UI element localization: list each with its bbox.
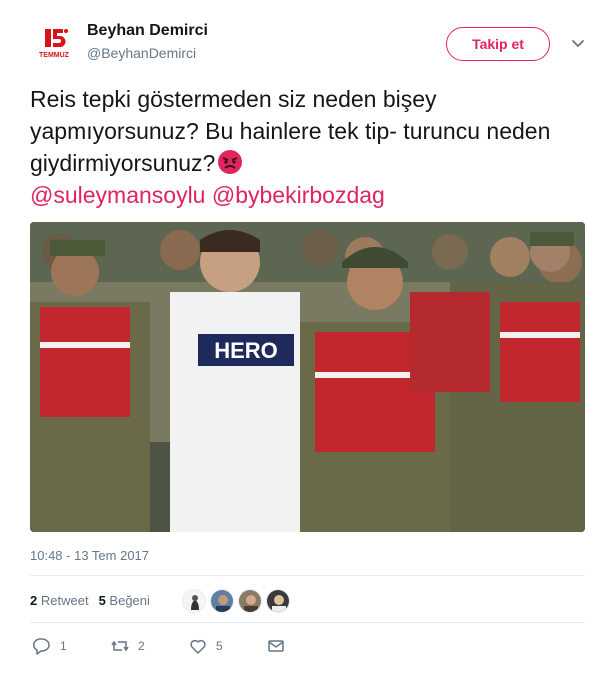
retweet-stat[interactable]: 2 Retweet [30, 593, 89, 608]
retweet-icon [111, 640, 129, 652]
tweet-header: TEMMUZ Beyhan Demirci @BeyhanDemirci Tak… [0, 0, 614, 80]
mail-icon [268, 640, 284, 652]
like-label: Beğeni [109, 593, 150, 608]
reply-button[interactable]: 1 [32, 636, 67, 656]
shirt-text: HERO [214, 338, 278, 363]
angry-face-emoji-icon [217, 149, 243, 175]
tweet-text: Reis tepki göstermeden siz neden bişey y… [30, 83, 590, 211]
divider [30, 622, 585, 623]
mention-link[interactable]: @bybekirbozdag [212, 182, 385, 208]
divider [30, 575, 585, 576]
liker-avatar[interactable] [266, 589, 290, 613]
tweet-stats: 2 Retweet 5 Beğeni [30, 593, 160, 608]
retweet-button[interactable]: 2 [110, 636, 145, 656]
15-temmuz-logo-icon: TEMMUZ [31, 19, 77, 65]
reply-icon [32, 638, 50, 655]
liker-avatar[interactable] [238, 589, 262, 613]
reply-count: 1 [60, 639, 67, 653]
follow-button[interactable]: Takip et [446, 27, 550, 61]
like-button[interactable]: 5 [188, 636, 223, 656]
user-handle[interactable]: @BeyhanDemirci [87, 45, 196, 61]
tweet-media-image[interactable]: HERO [30, 222, 585, 532]
display-name[interactable]: Beyhan Demirci [87, 22, 208, 40]
avatar-text: TEMMUZ [39, 52, 70, 59]
tweet-body: Reis tepki göstermeden siz neden bişey y… [30, 86, 551, 176]
like-action-count: 5 [216, 639, 223, 653]
like-count: 5 [98, 593, 106, 608]
like-stat[interactable]: 5 Beğeni [99, 593, 150, 608]
mention-link[interactable]: @suleymansoylu [30, 182, 205, 208]
direct-message-button[interactable] [266, 636, 286, 656]
tweet-timestamp[interactable]: 10:48 - 13 Tem 2017 [30, 548, 149, 563]
liker-avatar[interactable] [210, 589, 234, 613]
likers-avatars [182, 589, 294, 613]
tweet-actions: 1 2 5 [30, 636, 590, 660]
retweet-action-count: 2 [138, 639, 145, 653]
chevron-down-icon[interactable] [568, 33, 588, 53]
heart-icon [190, 639, 206, 654]
liker-avatar[interactable] [182, 589, 206, 613]
avatar[interactable]: TEMMUZ [31, 19, 77, 65]
retweet-label: Retweet [40, 593, 89, 608]
retweet-count: 2 [30, 593, 38, 608]
